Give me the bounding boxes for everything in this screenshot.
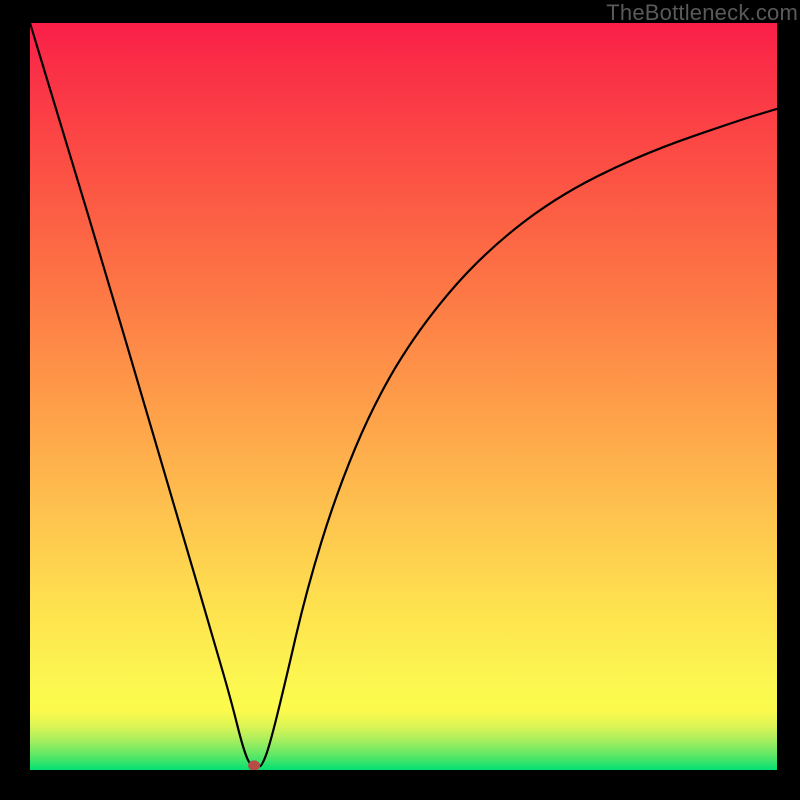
plot-area [30,23,777,770]
chart-frame: TheBottleneck.com [0,0,800,800]
line-chart-svg [30,23,777,770]
watermark-text: TheBottleneck.com [606,0,798,26]
curve-path [30,23,777,766]
